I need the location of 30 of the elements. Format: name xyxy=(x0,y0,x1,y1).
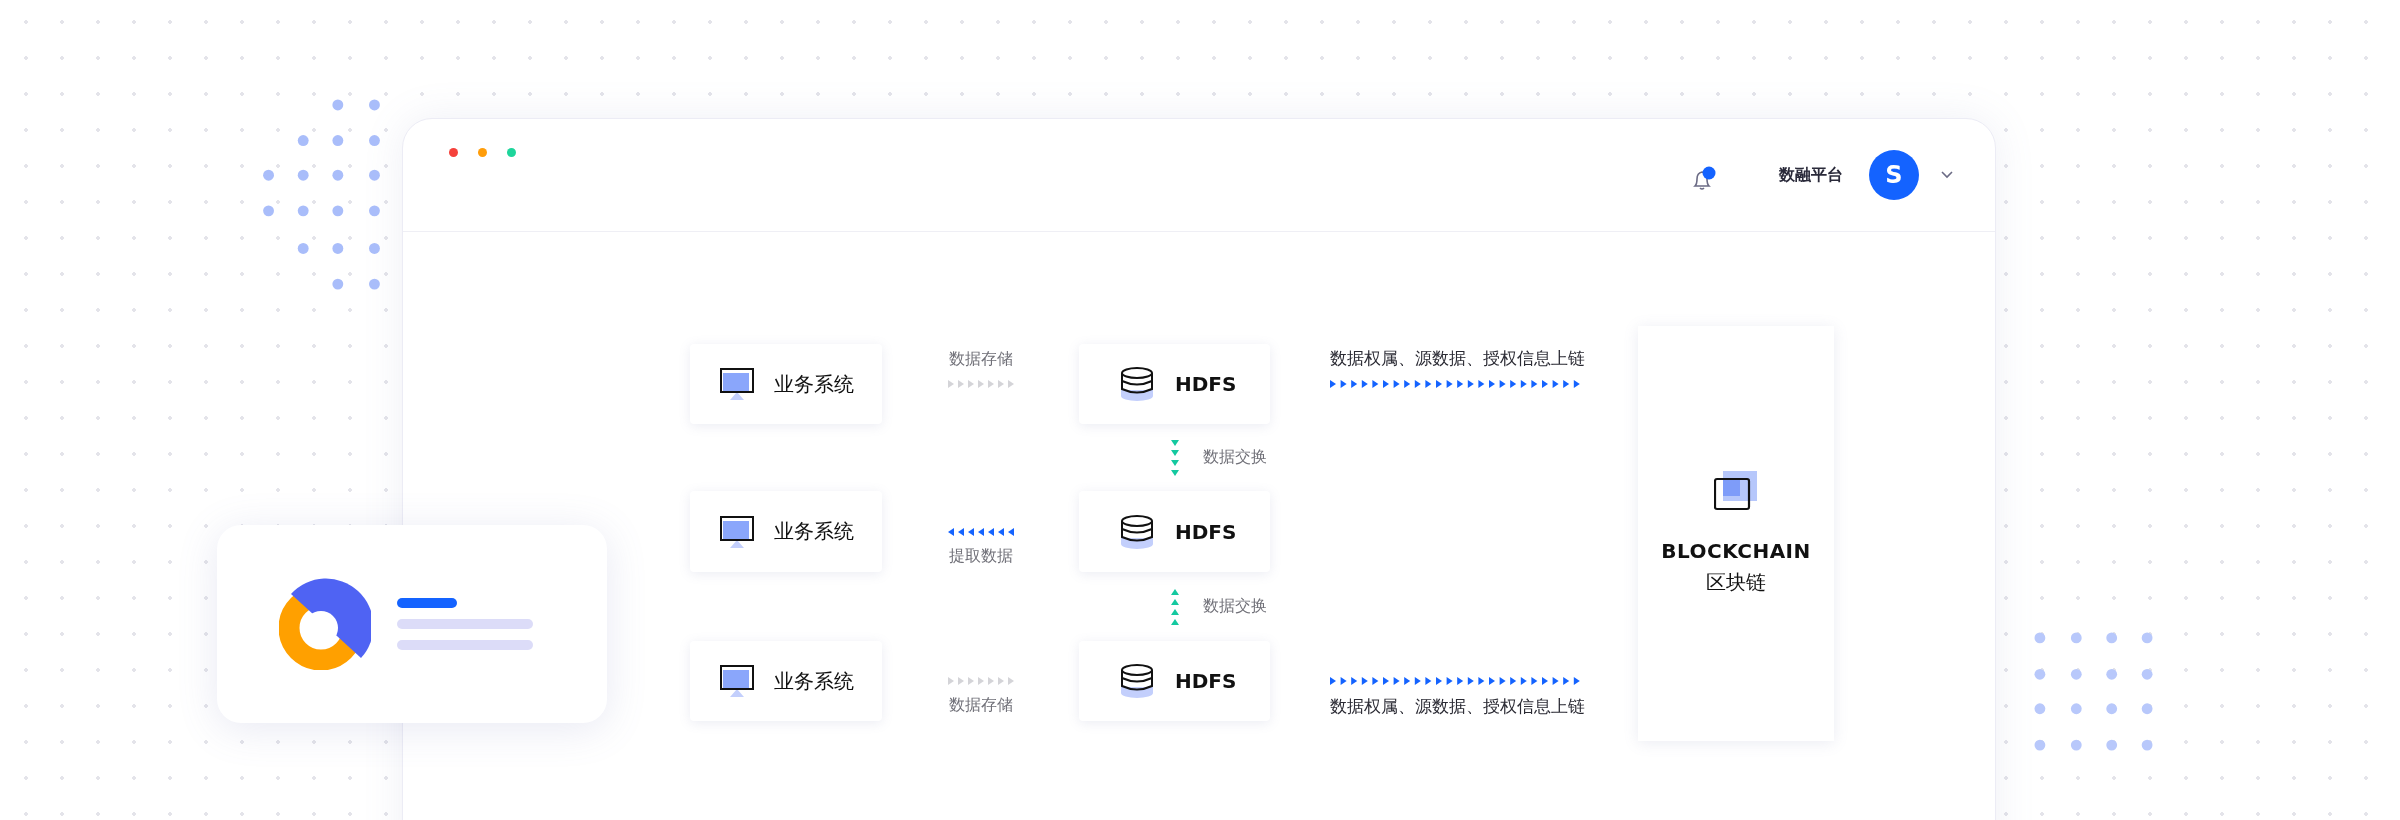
monitor-icon xyxy=(720,515,754,548)
user-avatar[interactable]: S xyxy=(1869,150,1919,200)
flow-label: 数据存储 xyxy=(948,349,1013,370)
system-node: 业务系统 xyxy=(690,641,882,721)
chevron-down-icon[interactable] xyxy=(1941,171,1953,179)
blocks-icon xyxy=(1714,471,1758,511)
hdfs-node: HDFS xyxy=(1079,491,1270,572)
database-icon xyxy=(1119,663,1155,699)
database-icon xyxy=(1119,513,1155,550)
system-node: 业务系统 xyxy=(690,491,882,572)
flow-label: 数据交换 xyxy=(1201,596,1268,617)
system-node: 业务系统 xyxy=(690,344,882,424)
window-control[interactable] xyxy=(449,148,458,157)
flow-label: 数据交换 xyxy=(1201,447,1268,468)
flow-label: 数据权属、源数据、授权信息上链 xyxy=(1330,695,1585,718)
logo-icon xyxy=(279,578,371,670)
hdfs-node: HDFS xyxy=(1079,344,1270,424)
monitor-icon xyxy=(720,368,754,400)
window-control[interactable] xyxy=(507,148,516,157)
flow-label: 提取数据 xyxy=(948,545,1013,567)
node-title: BLOCKCHAIN xyxy=(1661,539,1811,563)
text-placeholder-bar xyxy=(397,598,457,608)
node-subtitle: 区块链 xyxy=(1706,569,1766,596)
flow-label: 数据权属、源数据、授权信息上链 xyxy=(1330,347,1585,370)
platform-name: 数融平台 xyxy=(1779,164,1843,186)
database-icon xyxy=(1119,366,1155,402)
flow-label: 数据存储 xyxy=(948,695,1013,716)
monitor-icon xyxy=(720,665,754,697)
hdfs-node: HDFS xyxy=(1079,641,1270,721)
window-control[interactable] xyxy=(478,148,487,157)
